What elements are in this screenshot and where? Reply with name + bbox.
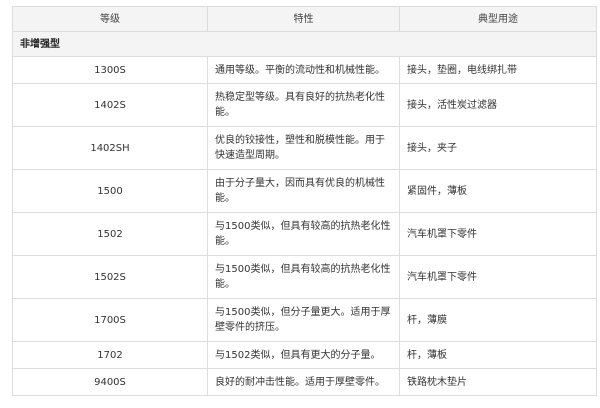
grade-table: 等级 特性 典型用途 非增强型 1300S 通用等级。平衡的流动性和机械性能。 …	[12, 6, 597, 396]
table-row: 1702 与1502类似，但具有更大的分子量。 杆，薄板	[12, 341, 597, 369]
property-cell: 良好的耐冲击性能。适用于厚壁零件。	[207, 368, 400, 396]
use-cell: 汽车机罩下零件	[399, 255, 597, 299]
grade-cell: 1500	[12, 169, 208, 213]
table-row: 1502S 与1500类似，但具有较高的抗热老化性能。 汽车机罩下零件	[12, 255, 597, 299]
header-row: 等级 特性 典型用途	[12, 6, 597, 32]
grade-cell: 1402S	[12, 83, 208, 127]
page: 等级 特性 典型用途 非增强型 1300S 通用等级。平衡的流动性和机械性能。 …	[0, 0, 600, 408]
table-row: 1502 与1500类似，但具有较高的抗热老化性能。 汽车机罩下零件	[12, 212, 597, 256]
use-cell: 接头，活性炭过滤器	[399, 83, 597, 127]
table-row: 1500 由于分子量大，因而具有优良的机械性能。 紧固件，薄板	[12, 169, 597, 213]
use-cell: 汽车机罩下零件	[399, 212, 597, 256]
table-row: 1300S 通用等级。平衡的流动性和机械性能。 接头，垫圈，电线绑扎带	[12, 56, 597, 84]
table-row: 1402S 热稳定型等级。具有良好的抗热老化性能。 接头，活性炭过滤器	[12, 83, 597, 127]
grade-cell: 1702	[12, 341, 208, 369]
header-grade: 等级	[12, 6, 208, 32]
property-cell: 热稳定型等级。具有良好的抗热老化性能。	[207, 83, 400, 127]
property-cell: 通用等级。平衡的流动性和机械性能。	[207, 56, 400, 84]
grade-cell: 1502S	[12, 255, 208, 299]
table-row: 9400S 良好的耐冲击性能。适用于厚壁零件。 铁路枕木垫片	[12, 368, 597, 396]
header-property: 特性	[207, 6, 400, 32]
use-cell: 杆，薄板	[399, 341, 597, 369]
property-cell: 与1502类似，但具有更大的分子量。	[207, 341, 400, 369]
header-typical-use: 典型用途	[399, 6, 597, 32]
grade-cell: 1502	[12, 212, 208, 256]
table-row: 1700S 与1500类似，但分子量更大。适用于厚壁零件的挤压。 杆，薄膜	[12, 298, 597, 342]
property-cell: 优良的铰接性，塑性和脱模性能。用于快速造型周期。	[207, 126, 400, 170]
table-header: 等级 特性 典型用途	[12, 6, 597, 32]
use-cell: 铁路枕木垫片	[399, 368, 597, 396]
grade-cell: 1300S	[12, 56, 208, 84]
property-cell: 与1500类似，但具有较高的抗热老化性能。	[207, 212, 400, 256]
table-body: 非增强型 1300S 通用等级。平衡的流动性和机械性能。 接头，垫圈，电线绑扎带…	[12, 31, 597, 396]
property-cell: 与1500类似，但分子量更大。适用于厚壁零件的挤压。	[207, 298, 400, 342]
property-cell: 由于分子量大，因而具有优良的机械性能。	[207, 169, 400, 213]
use-cell: 杆，薄膜	[399, 298, 597, 342]
use-cell: 紧固件，薄板	[399, 169, 597, 213]
section-title: 非增强型	[12, 31, 597, 57]
grade-cell: 9400S	[12, 368, 208, 396]
use-cell: 接头，垫圈，电线绑扎带	[399, 56, 597, 84]
grade-cell: 1402SH	[12, 126, 208, 170]
use-cell: 接头，夹子	[399, 126, 597, 170]
table-row: 1402SH 优良的铰接性，塑性和脱模性能。用于快速造型周期。 接头，夹子	[12, 126, 597, 170]
property-cell: 与1500类似，但具有较高的抗热老化性能。	[207, 255, 400, 299]
section-row: 非增强型	[12, 31, 597, 57]
grade-cell: 1700S	[12, 298, 208, 342]
